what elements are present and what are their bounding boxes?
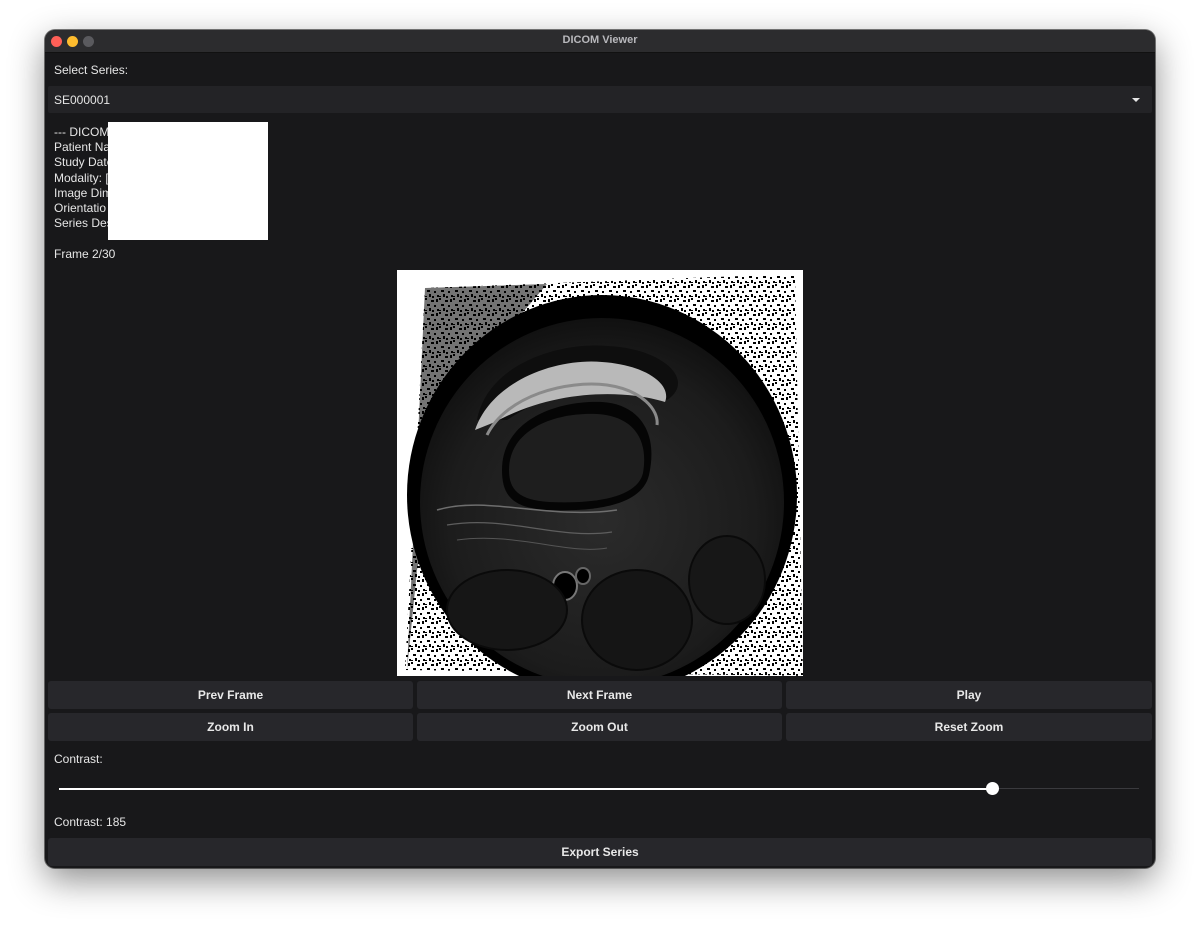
dicom-info-patient-name: Patient Na	[54, 140, 111, 155]
next-frame-button[interactable]: Next Frame	[417, 681, 782, 709]
mri-knee-image	[405, 274, 803, 676]
zoom-in-button[interactable]: Zoom In	[48, 713, 413, 741]
frame-counter: Frame 2/30	[54, 247, 116, 261]
contrast-label: Contrast:	[54, 752, 103, 766]
app-window: DICOM Viewer Select Series: SE000001 ---…	[45, 30, 1155, 868]
reset-zoom-button[interactable]: Reset Zoom	[786, 713, 1152, 741]
dicom-image-viewport[interactable]	[397, 270, 803, 676]
contrast-slider-thumb[interactable]	[986, 782, 999, 795]
dicom-info-image-dimensions: Image Dim	[54, 185, 113, 200]
window-title: DICOM Viewer	[562, 34, 638, 46]
dicom-info-header: --- DICOM	[54, 125, 110, 139]
chevron-down-icon	[1132, 98, 1140, 102]
export-series-button[interactable]: Export Series	[48, 838, 1152, 866]
zoom-out-button[interactable]: Zoom Out	[417, 713, 782, 741]
dicom-info-orientation: Orientatio	[54, 201, 107, 216]
dicom-info-series-description: Series Des	[54, 216, 113, 231]
dicom-info-study-date: Study Date	[54, 155, 114, 170]
contrast-value: Contrast: 185	[54, 815, 127, 829]
contrast-slider-rest[interactable]	[993, 788, 1139, 789]
dicom-info-modality: Modality: [	[54, 170, 109, 185]
prev-frame-button[interactable]: Prev Frame	[48, 681, 413, 709]
play-button[interactable]: Play	[786, 681, 1152, 709]
series-dropdown-value: SE000001	[54, 93, 111, 107]
contrast-slider-track[interactable]	[59, 788, 993, 790]
series-dropdown[interactable]: SE000001	[48, 86, 1152, 113]
title-bar: DICOM Viewer	[45, 30, 1155, 53]
select-series-label: Select Series:	[54, 63, 129, 77]
dicom-info: --- DICOM Patient Na Study Date Modality…	[54, 125, 113, 231]
redaction-box	[108, 122, 268, 240]
